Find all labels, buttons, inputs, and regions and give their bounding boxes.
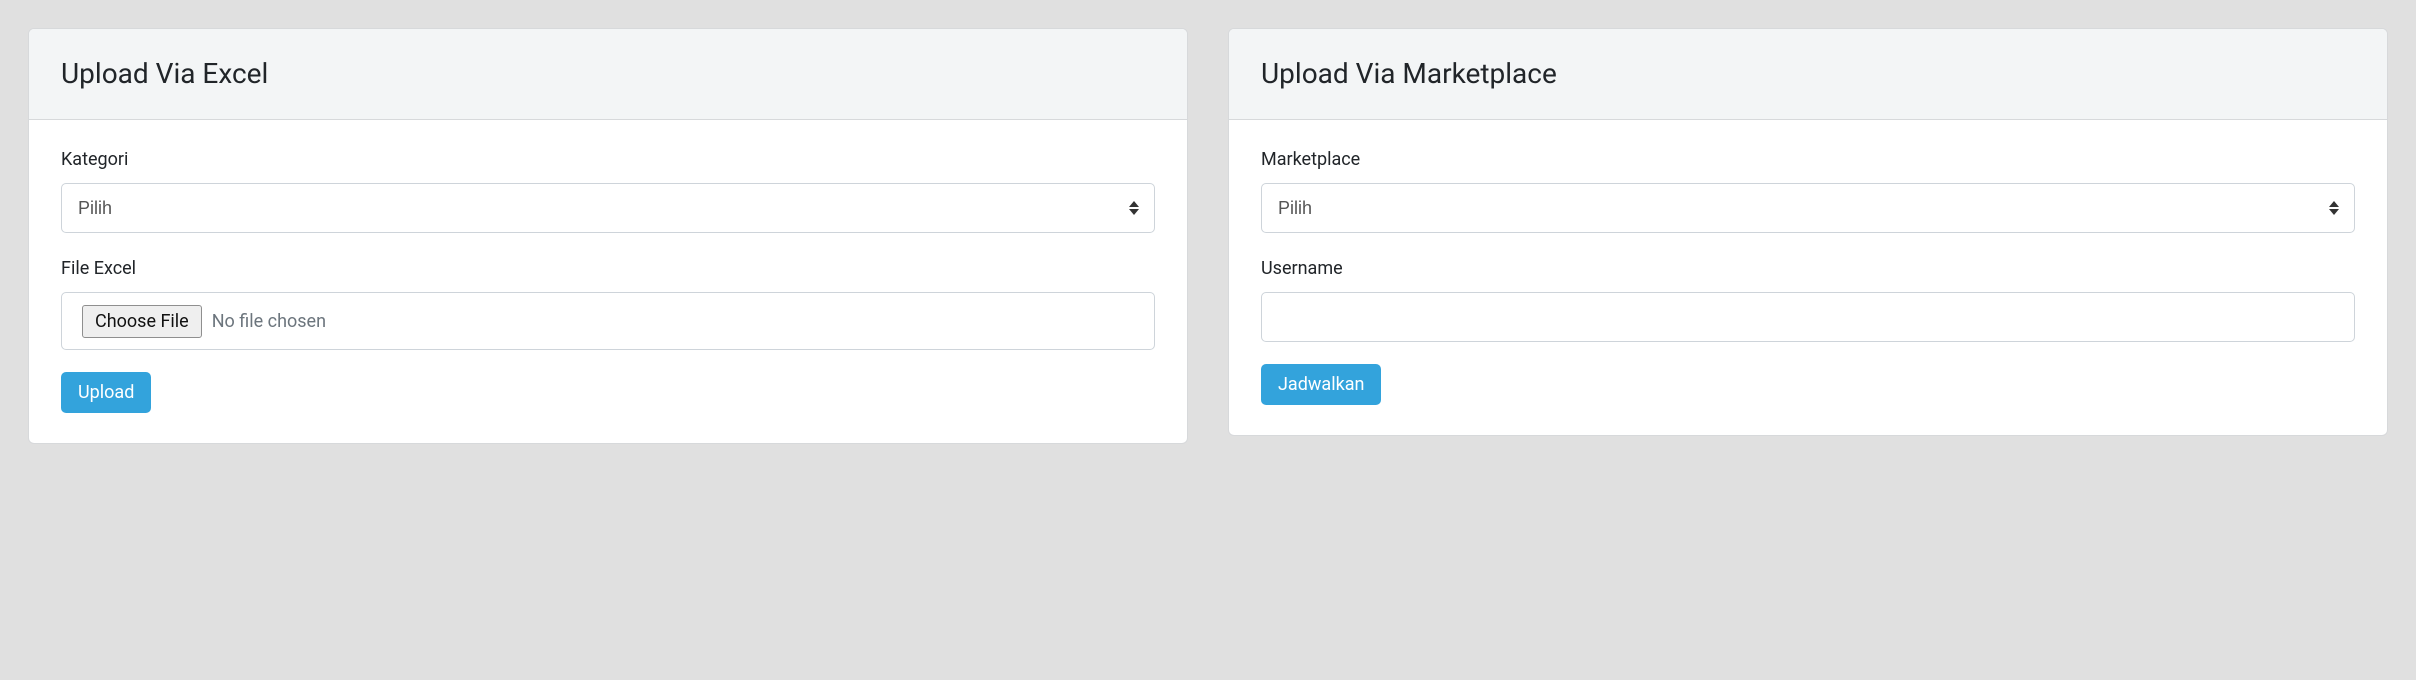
page-container: Upload Via Excel Kategori Pilih File Exc… xyxy=(0,0,2416,680)
card-upload-marketplace: Upload Via Marketplace Marketplace Pilih… xyxy=(1228,28,2388,436)
form-group-file: File Excel Choose File No file chosen xyxy=(61,255,1155,350)
choose-file-button[interactable]: Choose File xyxy=(82,305,202,338)
card-body-excel: Kategori Pilih File Excel Choose File No… xyxy=(29,120,1187,443)
card-header-excel: Upload Via Excel xyxy=(29,29,1187,120)
file-input-wrapper[interactable]: Choose File No file chosen xyxy=(61,292,1155,350)
form-group-marketplace: Marketplace Pilih xyxy=(1261,146,2355,233)
card-header-marketplace: Upload Via Marketplace xyxy=(1229,29,2387,120)
upload-button[interactable]: Upload xyxy=(61,372,151,413)
jadwalkan-button[interactable]: Jadwalkan xyxy=(1261,364,1381,405)
form-group-kategori: Kategori Pilih xyxy=(61,146,1155,233)
select-wrap-kategori: Pilih xyxy=(61,183,1155,233)
select-kategori[interactable]: Pilih xyxy=(61,183,1155,233)
label-marketplace: Marketplace xyxy=(1261,146,2355,173)
card-upload-excel: Upload Via Excel Kategori Pilih File Exc… xyxy=(28,28,1188,444)
label-file-excel: File Excel xyxy=(61,255,1155,282)
label-username: Username xyxy=(1261,255,2355,282)
select-marketplace[interactable]: Pilih xyxy=(1261,183,2355,233)
form-group-username: Username xyxy=(1261,255,2355,342)
input-username[interactable] xyxy=(1261,292,2355,342)
label-kategori: Kategori xyxy=(61,146,1155,173)
no-file-chosen-text: No file chosen xyxy=(212,308,326,335)
select-wrap-marketplace: Pilih xyxy=(1261,183,2355,233)
card-body-marketplace: Marketplace Pilih Username Jadwalkan xyxy=(1229,120,2387,435)
